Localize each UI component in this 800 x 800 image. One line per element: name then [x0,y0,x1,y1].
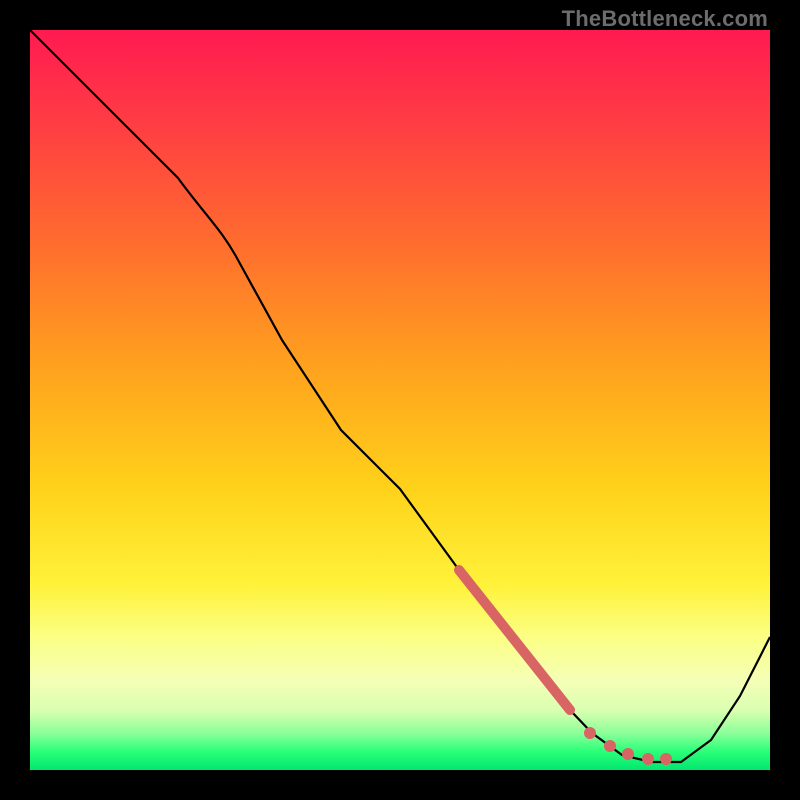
highlight-segment [459,570,570,710]
watermark-text: TheBottleneck.com [562,6,768,32]
bottleneck-curve-path [30,30,770,762]
chart-frame: TheBottleneck.com [0,0,800,800]
highlight-dot [584,727,596,739]
plot-area [30,30,770,770]
highlight-dot [622,748,634,760]
chart-overlay [30,30,770,770]
highlight-dot [660,753,672,765]
highlight-dot [604,740,616,752]
highlight-dot [642,753,654,765]
